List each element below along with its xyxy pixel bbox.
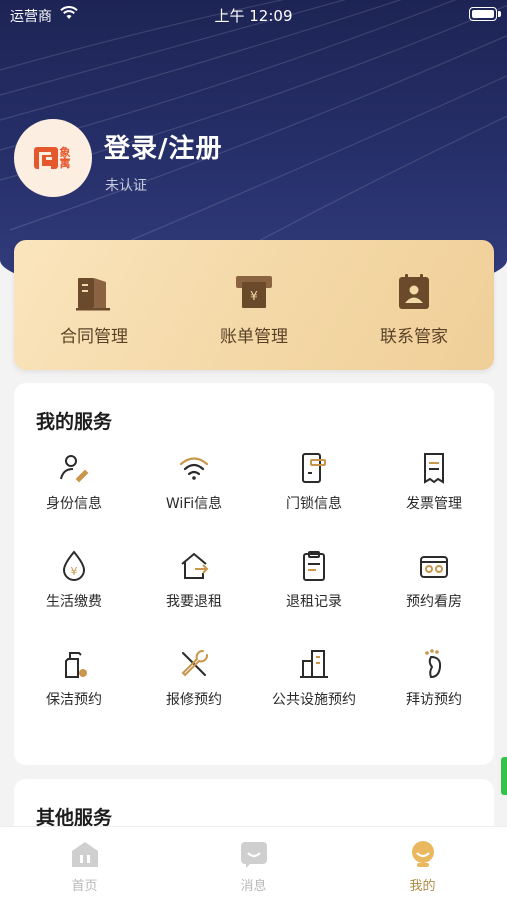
service-label: 生活缴费 xyxy=(46,594,102,610)
contact-icon xyxy=(399,274,429,309)
move-out-icon xyxy=(181,552,209,579)
invoice-icon xyxy=(424,453,444,484)
tab-home[interactable]: 首页 xyxy=(0,827,169,900)
status-bar: 运营商 上午 12:09 xyxy=(0,0,507,30)
contract-icon xyxy=(76,278,110,311)
quick-action-label: 联系管家 xyxy=(380,327,448,347)
service-utility-payment[interactable]: ¥ 生活缴费 xyxy=(14,549,134,647)
tab-label: 消息 xyxy=(240,879,267,894)
service-label: 退租记录 xyxy=(286,594,342,610)
utility-payment-icon: ¥ xyxy=(62,550,86,581)
service-identity[interactable]: 身份信息 xyxy=(14,451,134,549)
service-label: 门锁信息 xyxy=(286,496,342,512)
bill-management-button[interactable]: ¥ 账单管理 xyxy=(174,240,334,370)
service-label: WiFi信息 xyxy=(165,496,223,512)
move-out-record-icon xyxy=(303,551,325,581)
message-icon xyxy=(240,842,267,868)
profile-icon xyxy=(411,841,434,867)
clock: 上午 12:09 xyxy=(214,7,293,25)
login-register-link[interactable]: 登录/注册 xyxy=(104,128,223,165)
service-repair[interactable]: 报修预约 xyxy=(134,647,254,745)
service-viewing[interactable]: 预约看房 xyxy=(374,549,494,647)
svg-text:¥: ¥ xyxy=(250,289,258,303)
contract-management-button[interactable]: 合同管理 xyxy=(14,240,174,370)
tab-label: 我的 xyxy=(409,879,436,894)
door-lock-icon xyxy=(302,453,326,483)
service-label: 保洁预约 xyxy=(46,692,102,708)
service-public-facility[interactable]: 公共设施预约 xyxy=(254,647,374,745)
service-visit[interactable]: 拜访预约 xyxy=(374,647,494,745)
service-label: 身份信息 xyxy=(46,496,102,512)
bill-icon: ¥ xyxy=(236,276,272,308)
service-label: 报修预约 xyxy=(166,692,222,708)
service-wifi[interactable]: WiFi信息 xyxy=(134,451,254,549)
contact-butler-button[interactable]: 联系管家 xyxy=(334,240,494,370)
svg-text:¥: ¥ xyxy=(71,565,78,578)
quick-action-label: 合同管理 xyxy=(60,327,128,347)
service-invoice[interactable]: 发票管理 xyxy=(374,451,494,549)
service-move-out[interactable]: 我要退租 xyxy=(134,549,254,647)
visit-icon xyxy=(425,649,442,679)
brand-logo: 象寓 xyxy=(33,146,73,170)
certification-status: 未认证 xyxy=(105,178,147,194)
floating-side-tab[interactable] xyxy=(501,757,507,795)
quick-action-label: 账单管理 xyxy=(220,327,288,347)
tab-mine[interactable]: 我的 xyxy=(338,827,507,900)
my-services-card: 我的服务 身份信息 WiFi信息 门锁信息 发票管理 ¥ 生活缴费 我要退租 退… xyxy=(14,383,494,765)
service-move-out-record[interactable]: 退租记录 xyxy=(254,549,374,647)
service-door-lock[interactable]: 门锁信息 xyxy=(254,451,374,549)
service-label: 公共设施预约 xyxy=(272,692,356,708)
avatar[interactable]: 象寓 xyxy=(14,119,92,197)
service-label: 发票管理 xyxy=(406,496,462,512)
tab-label: 首页 xyxy=(71,879,98,894)
identity-icon xyxy=(60,455,89,483)
services-grid: 身份信息 WiFi信息 门锁信息 发票管理 ¥ 生活缴费 我要退租 退租记录 预… xyxy=(14,451,494,745)
repair-icon xyxy=(181,650,208,677)
cleaning-icon xyxy=(65,652,87,678)
wifi-icon xyxy=(179,457,209,480)
tab-message[interactable]: 消息 xyxy=(169,827,338,900)
viewing-icon xyxy=(420,556,448,578)
brand-logo-mark xyxy=(33,147,58,169)
service-label: 我要退租 xyxy=(166,594,222,610)
service-cleaning[interactable]: 保洁预约 xyxy=(14,647,134,745)
section-title: 我的服务 xyxy=(36,411,113,433)
battery-icon xyxy=(469,7,501,21)
quick-actions-card: 合同管理 ¥ 账单管理 联系管家 xyxy=(14,240,494,370)
bottom-tab-bar: 首页 消息 我的 xyxy=(0,826,507,900)
home-icon xyxy=(71,842,98,867)
service-label: 预约看房 xyxy=(406,594,462,610)
public-facility-icon xyxy=(300,650,328,678)
service-label: 拜访预约 xyxy=(406,692,462,708)
brand-logo-text: 象寓 xyxy=(59,146,71,170)
